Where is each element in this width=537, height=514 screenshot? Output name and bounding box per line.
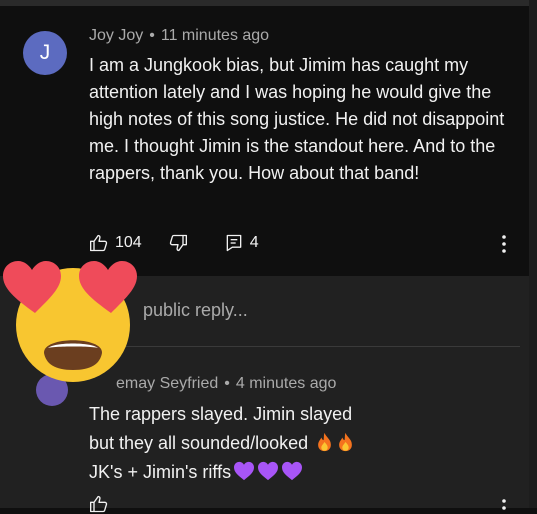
avatar[interactable]: J <box>23 31 67 75</box>
reply-line-text: but they all sounded/looked <box>89 433 309 453</box>
comment-meta: Joy Joy • 11 minutes ago <box>89 27 269 45</box>
thumbs-down-icon[interactable] <box>168 233 188 253</box>
reply-count: 4 <box>249 234 259 251</box>
reply-divider <box>100 346 520 347</box>
reply-line-text: JK's + Jimin's riffs <box>89 462 232 482</box>
reply-input[interactable]: public reply... <box>143 300 248 321</box>
more-vertical-icon[interactable] <box>500 234 508 254</box>
comment-text: I am a Jungkook bias, but Jimim has caug… <box>89 55 505 183</box>
purple-heart-emoji <box>258 461 279 481</box>
meta-separator: • <box>149 27 155 44</box>
comment-time[interactable]: 11 minutes ago <box>161 27 269 44</box>
fire-emoji <box>339 432 353 452</box>
comment-actions: 104 4 <box>89 232 259 254</box>
reply-line: but they all sounded/looked <box>89 429 509 458</box>
reply-line: The rappers slayed. Jimin slayed <box>89 400 509 429</box>
thumbs-up-icon[interactable] <box>89 233 109 253</box>
heart-eyes-emoji <box>3 261 137 382</box>
reply-text: The rappers slayed. Jimin slayed but the… <box>89 400 509 487</box>
more-vertical-icon[interactable] <box>500 498 508 512</box>
fire-emoji <box>318 432 332 452</box>
purple-heart-emoji <box>282 461 303 481</box>
scrollbar-track[interactable] <box>529 0 537 508</box>
comment-card: J Joy Joy • 11 minutes ago I am a Jungkook… <box>0 6 529 276</box>
meta-separator: • <box>224 375 230 392</box>
purple-heart-emoji <box>234 461 255 481</box>
comment-author[interactable]: Joy Joy <box>89 27 143 44</box>
like-count: 104 <box>115 234 142 251</box>
reply-line-text: The rappers slayed. Jimin slayed <box>89 404 353 424</box>
reply-icon[interactable] <box>224 233 244 253</box>
reply-line: JK's + Jimin's riffs <box>89 458 509 487</box>
thumbs-up-icon[interactable] <box>89 494 109 514</box>
reply-time[interactable]: 4 minutes ago <box>236 375 337 392</box>
